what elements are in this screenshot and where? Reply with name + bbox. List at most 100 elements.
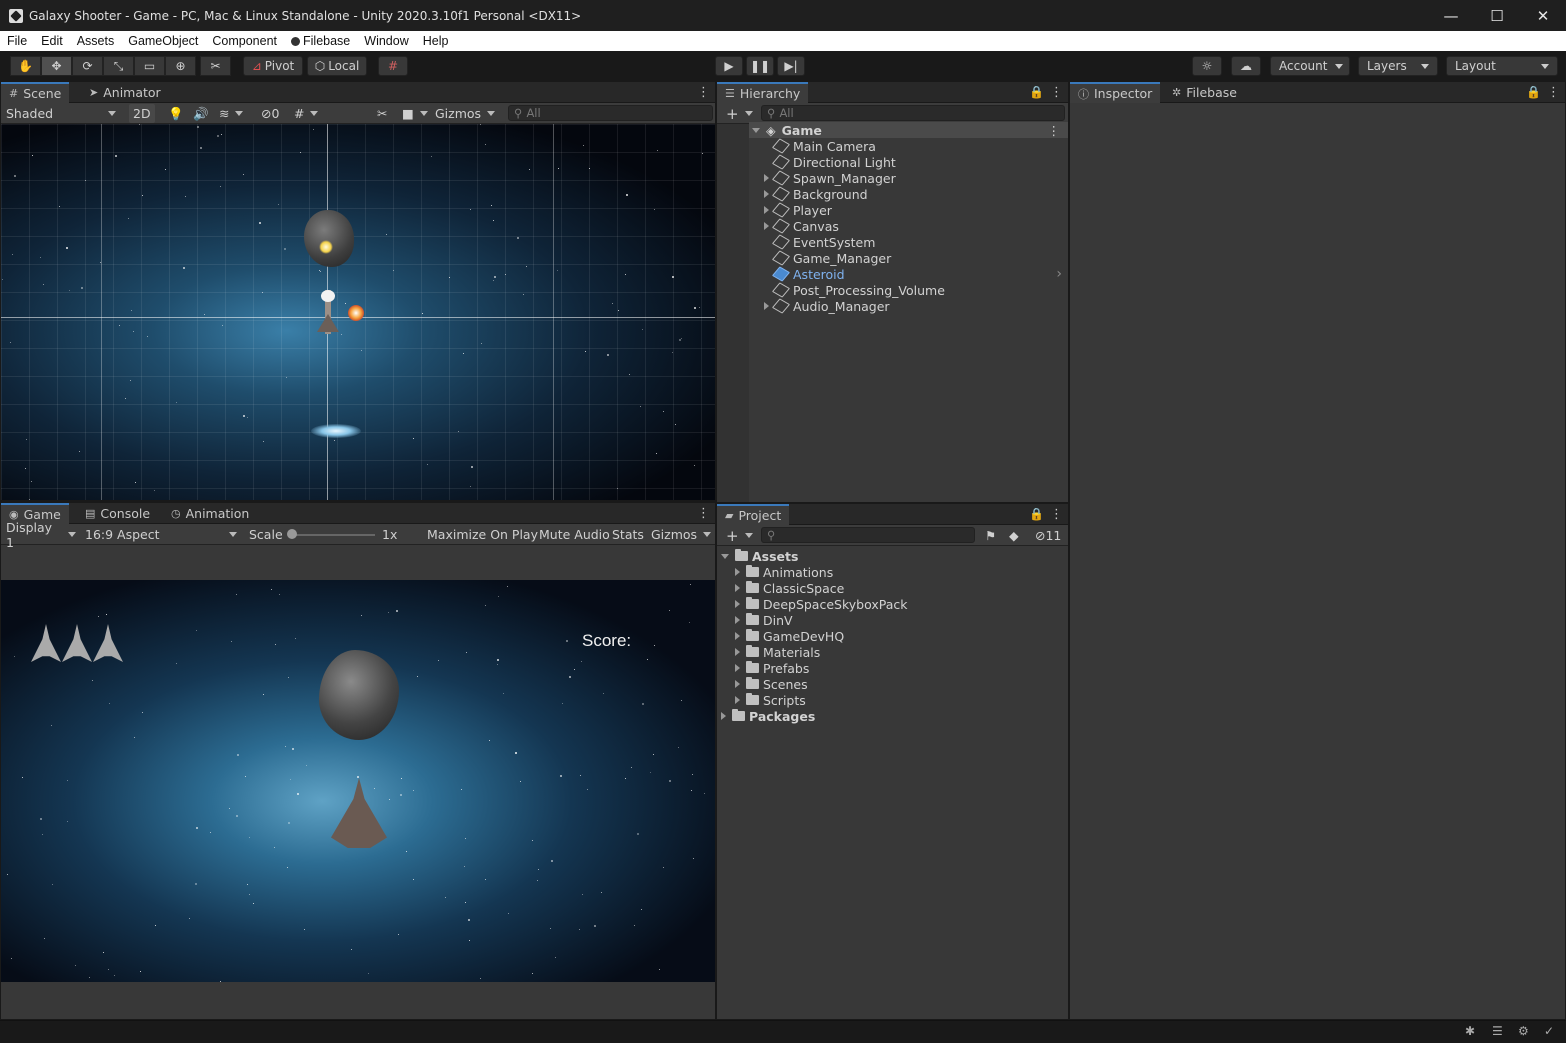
- tab-console[interactable]: ▤ Console: [77, 503, 158, 524]
- lock-icon[interactable]: 🔒: [1526, 85, 1541, 99]
- display-dropdown[interactable]: Display 1: [2, 520, 80, 550]
- hierarchy-item[interactable]: Audio_Manager: [764, 298, 1068, 314]
- collapse-arrow-icon[interactable]: [735, 584, 740, 592]
- project-folder-item[interactable]: DeepSpaceSkyboxPack: [717, 596, 1068, 612]
- lock-icon[interactable]: 🔒: [1029, 507, 1044, 521]
- scene-menu-icon[interactable]: ⋮: [697, 85, 710, 100]
- packages-row[interactable]: Packages: [717, 708, 1068, 724]
- project-folder-item[interactable]: ClassicSpace: [717, 580, 1068, 596]
- menu-component[interactable]: Component: [205, 34, 284, 48]
- maximize-on-play-toggle[interactable]: Maximize On Play: [423, 525, 542, 544]
- local-toggle[interactable]: ⬡ Local: [307, 56, 367, 76]
- scale-slider-handle[interactable]: [287, 529, 297, 539]
- collapse-arrow-icon[interactable]: [735, 696, 740, 704]
- audio-toggle[interactable]: 🔊: [189, 104, 213, 123]
- menu-filebase[interactable]: Filebase: [284, 34, 357, 48]
- hierarchy-item[interactable]: Canvas: [764, 218, 1068, 234]
- menu-window[interactable]: Window: [357, 34, 415, 48]
- expand-arrow-icon[interactable]: [764, 174, 769, 182]
- project-search-input[interactable]: ⚲: [761, 527, 975, 543]
- hierarchy-item[interactable]: Game_Manager: [764, 250, 1068, 266]
- project-folder-item[interactable]: Scripts: [717, 692, 1068, 708]
- project-folder-item[interactable]: DinV: [717, 612, 1068, 628]
- effects-dropdown[interactable]: ≋: [215, 104, 247, 123]
- pivot-toggle[interactable]: ⊿ Pivot: [243, 56, 303, 76]
- aspect-dropdown[interactable]: 16:9 Aspect: [81, 525, 241, 544]
- tab-scene[interactable]: # Scene: [1, 82, 70, 103]
- autogen-lighting-icon[interactable]: ⚙: [1518, 1024, 1529, 1038]
- menu-gameobject[interactable]: GameObject: [121, 34, 205, 48]
- tab-inspector[interactable]: ⓘ Inspector: [1070, 82, 1161, 103]
- hidden-packages-toggle[interactable]: ⊘ 11: [1031, 526, 1065, 545]
- minimize-button[interactable]: —: [1428, 0, 1474, 31]
- mute-audio-toggle[interactable]: Mute Audio: [535, 525, 614, 544]
- tab-animator[interactable]: ➤ Animator: [81, 82, 169, 103]
- transform-tool-button[interactable]: ⊕: [165, 56, 196, 76]
- scale-slider-track[interactable]: [291, 534, 375, 536]
- close-button[interactable]: ✕: [1520, 0, 1566, 31]
- rect-tool-button[interactable]: ▭: [134, 56, 165, 76]
- hierarchy-item[interactable]: Background: [764, 186, 1068, 202]
- hierarchy-item[interactable]: Directional Light: [764, 154, 1068, 170]
- project-folder-item[interactable]: Scenes: [717, 676, 1068, 692]
- tab-filebase[interactable]: ✲ Filebase: [1164, 82, 1245, 103]
- project-folder-item[interactable]: Prefabs: [717, 660, 1068, 676]
- rotate-tool-button[interactable]: ⟳: [72, 56, 103, 76]
- menu-help[interactable]: Help: [416, 34, 456, 48]
- project-folder-item[interactable]: Materials: [717, 644, 1068, 660]
- pause-button[interactable]: ❚❚: [746, 56, 774, 76]
- inspector-menu-icon[interactable]: ⋮: [1547, 85, 1560, 100]
- collapse-arrow-icon[interactable]: [735, 664, 740, 672]
- scene-row-menu-icon[interactable]: ⋮: [1048, 123, 1061, 138]
- menu-file[interactable]: File: [0, 34, 34, 48]
- hierarchy-item[interactable]: Post_Processing_Volume: [764, 282, 1068, 298]
- collapse-arrow-icon[interactable]: [735, 632, 740, 640]
- project-menu-icon[interactable]: ⋮: [1050, 507, 1063, 522]
- collapse-arrow-icon[interactable]: [735, 600, 740, 608]
- 2d-toggle[interactable]: 2D: [129, 104, 155, 123]
- collapse-arrow-icon[interactable]: [735, 568, 740, 576]
- scene-search-input[interactable]: ⚲ All: [508, 105, 713, 121]
- lighting-toggle[interactable]: 💡: [164, 104, 188, 123]
- hierarchy-item[interactable]: Spawn_Manager: [764, 170, 1068, 186]
- account-dropdown[interactable]: Account: [1270, 56, 1350, 76]
- tab-hierarchy[interactable]: ☰ Hierarchy: [717, 82, 809, 103]
- scene-gizmos-dropdown[interactable]: Gizmos: [431, 104, 499, 123]
- collapse-arrow-icon[interactable]: [735, 648, 740, 656]
- hierarchy-item[interactable]: EventSystem: [764, 234, 1068, 250]
- play-button[interactable]: ▶: [715, 56, 743, 76]
- hierarchy-item[interactable]: Player: [764, 202, 1068, 218]
- stats-toggle[interactable]: Stats: [608, 525, 648, 544]
- expand-arrow-icon[interactable]: [764, 222, 769, 230]
- debug-icon[interactable]: ✱: [1465, 1024, 1475, 1038]
- scale-tool-button[interactable]: ⤡: [103, 56, 134, 76]
- tools-toggle[interactable]: ✂: [373, 104, 391, 123]
- collab-button[interactable]: ☼: [1192, 56, 1222, 76]
- project-add-button[interactable]: +: [722, 526, 757, 545]
- layers-dropdown[interactable]: Layers: [1358, 56, 1438, 76]
- project-folder-item[interactable]: GameDevHQ: [717, 628, 1068, 644]
- collapse-arrow-icon[interactable]: [735, 616, 740, 624]
- scene-root-row[interactable]: ◈ Game ⋮: [749, 122, 1068, 138]
- maximize-button[interactable]: ☐: [1474, 0, 1520, 31]
- step-button[interactable]: ▶|: [777, 56, 805, 76]
- assets-root-row[interactable]: Assets: [717, 548, 1068, 564]
- game-menu-icon[interactable]: ⋮: [697, 506, 710, 521]
- shading-dropdown[interactable]: Shaded: [2, 104, 120, 123]
- custom-tool-button[interactable]: ✂: [200, 56, 231, 76]
- camera-dropdown[interactable]: ■: [398, 104, 432, 123]
- hierarchy-add-button[interactable]: +: [722, 104, 757, 123]
- cache-icon[interactable]: ☰: [1492, 1024, 1503, 1038]
- filter-type-button[interactable]: ⚑: [981, 526, 1000, 545]
- expand-arrow-icon[interactable]: [764, 206, 769, 214]
- hidden-objects-toggle[interactable]: ⊘ 0: [257, 104, 283, 123]
- chevron-right-icon[interactable]: ›: [1056, 266, 1062, 282]
- hand-tool-button[interactable]: ✋: [10, 56, 41, 76]
- menu-assets[interactable]: Assets: [70, 34, 122, 48]
- hierarchy-menu-icon[interactable]: ⋮: [1050, 85, 1063, 100]
- grid-dropdown[interactable]: #: [290, 104, 322, 123]
- game-viewport[interactable]: Score:: [1, 580, 715, 982]
- tab-project[interactable]: ▰ Project: [717, 504, 790, 525]
- project-folder-item[interactable]: Animations: [717, 564, 1068, 580]
- progress-check-icon[interactable]: ✓: [1544, 1024, 1554, 1038]
